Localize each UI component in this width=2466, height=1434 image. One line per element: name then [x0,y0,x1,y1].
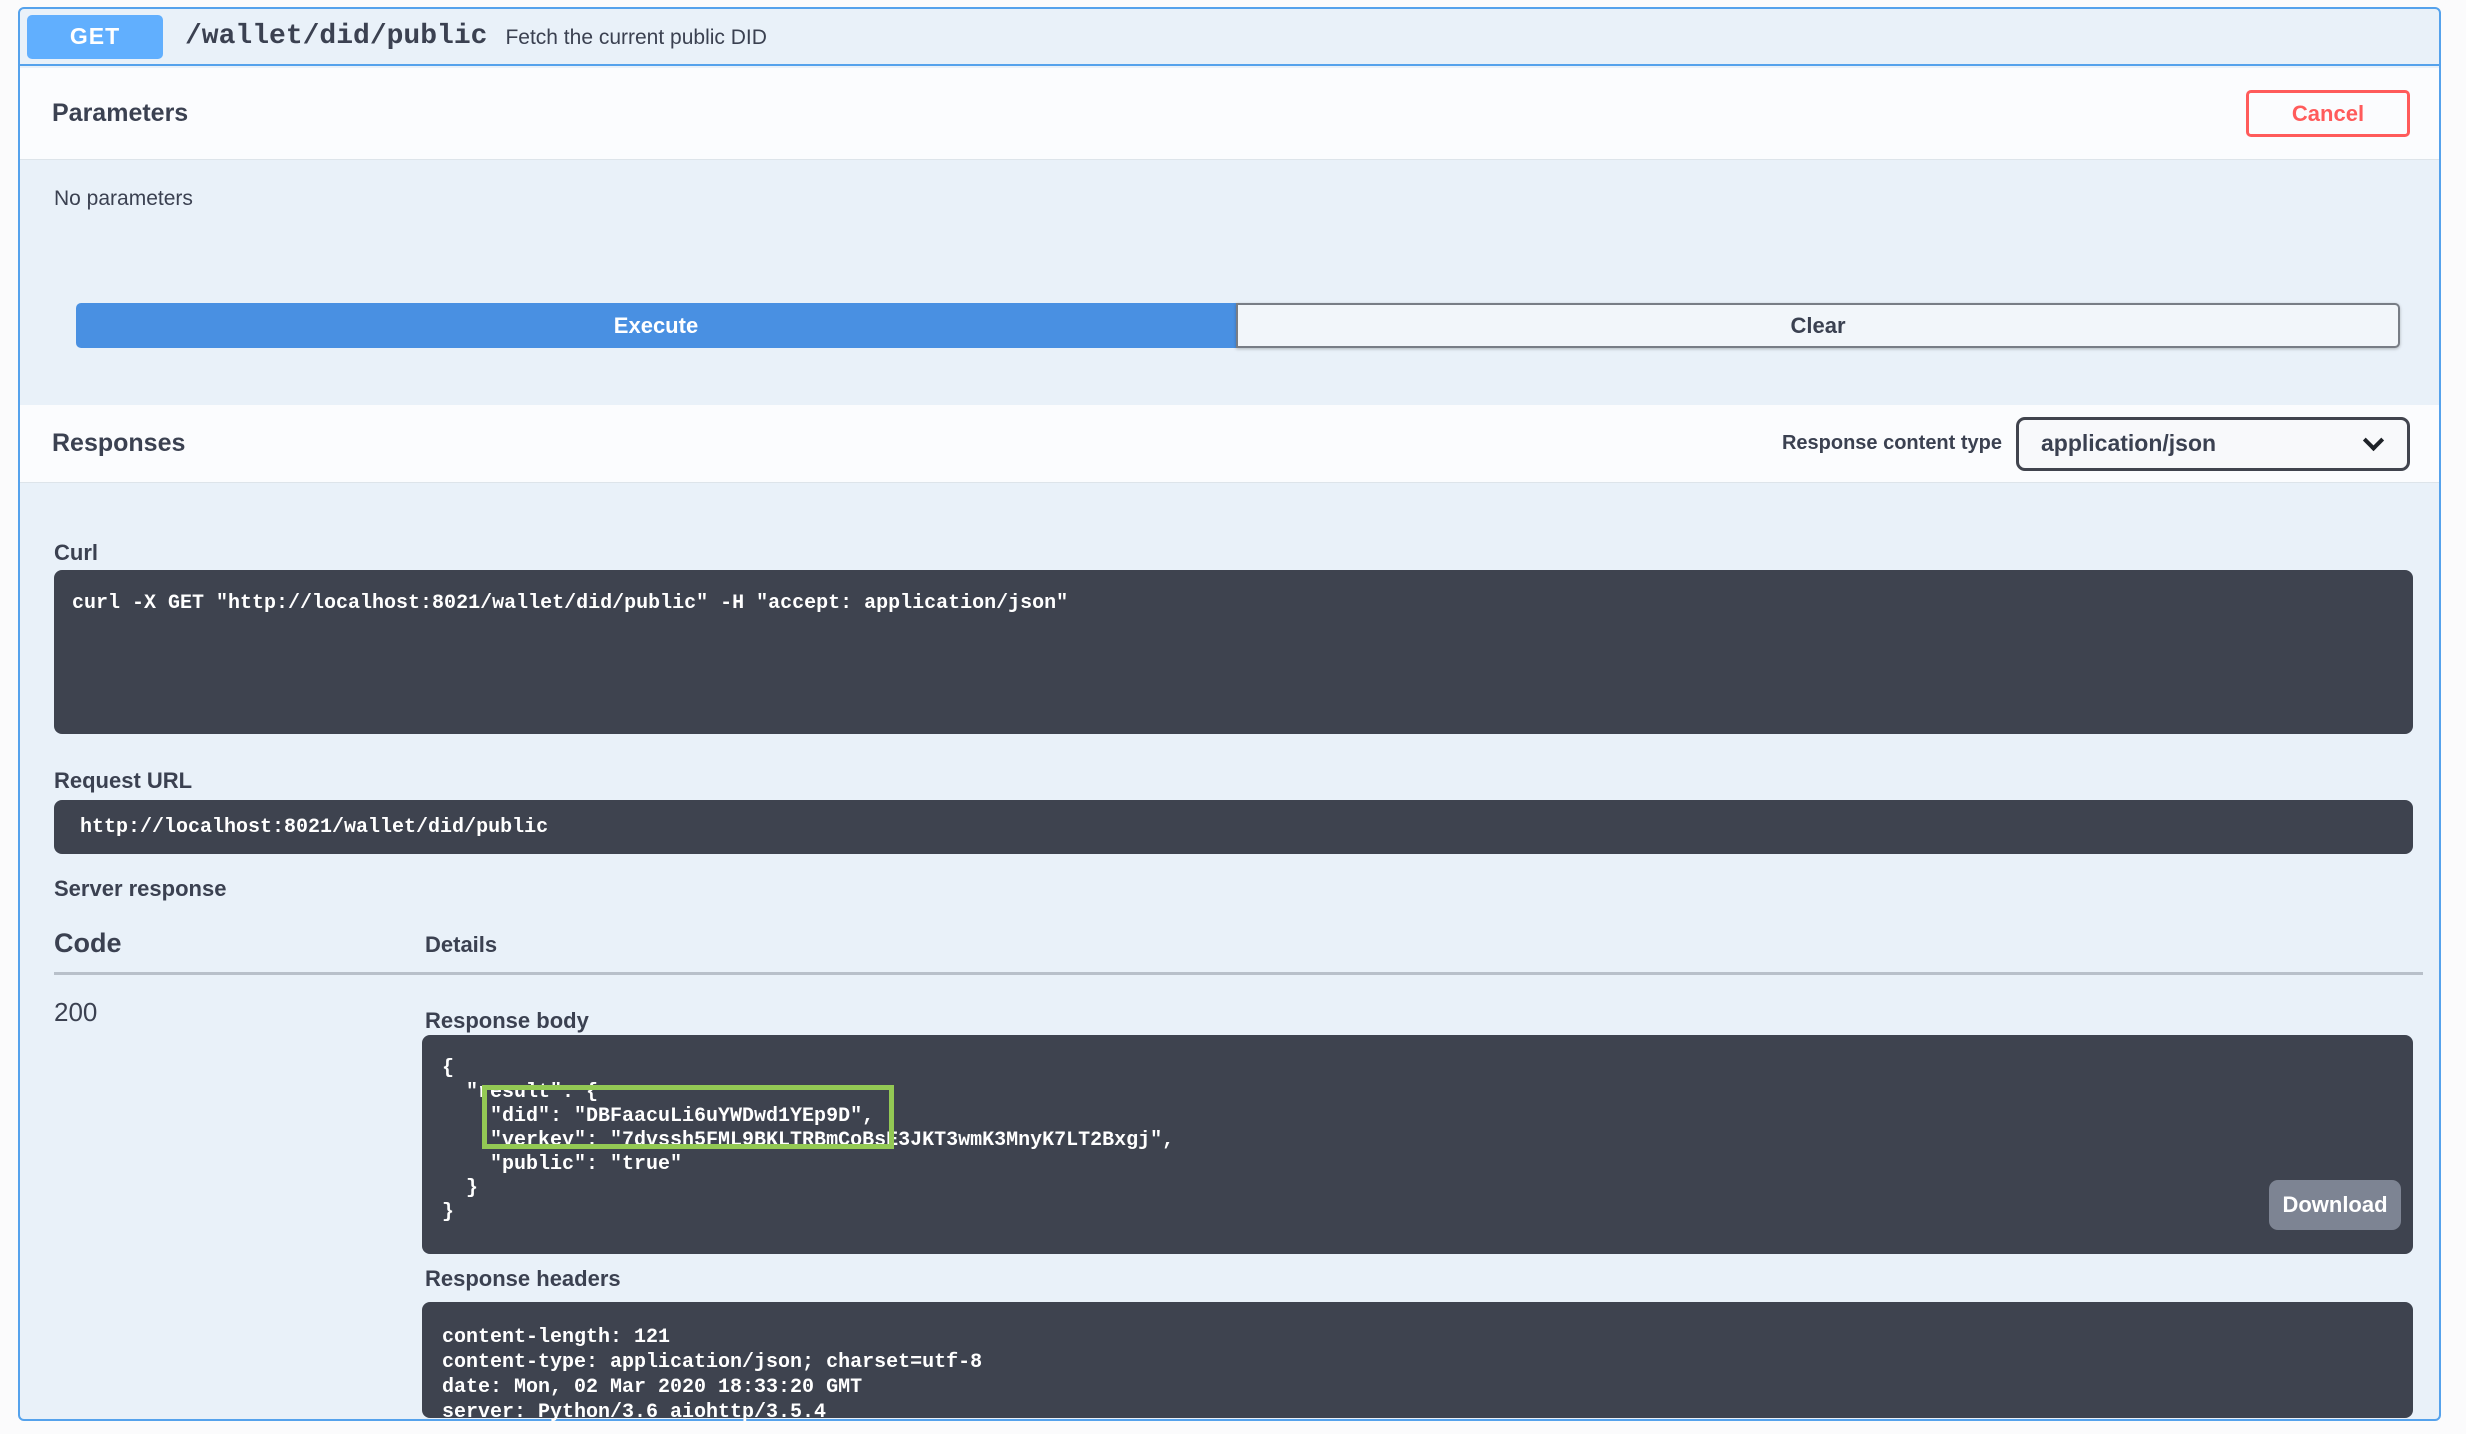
details-column-header: Details [425,932,497,958]
no-parameters-text: No parameters [54,187,193,211]
status-code: 200 [54,997,97,1028]
clear-button[interactable]: Clear [1236,303,2400,348]
response-body-label: Response body [425,1008,589,1034]
response-body-json: { "result": { "did": "DBFaacuLi6uYWDwd1Y… [422,1035,2413,1225]
swagger-page: GET /wallet/did/public Fetch the current… [0,0,2466,1434]
parameters-section-header: Parameters Cancel [20,68,2439,160]
response-headers-label: Response headers [425,1266,621,1292]
request-url-box: http://localhost:8021/wallet/did/public [54,800,2413,854]
response-headers-box: content-length: 121 content-type: applic… [422,1302,2413,1418]
opblock-get: GET /wallet/did/public Fetch the current… [18,7,2441,1421]
curl-command-box: curl -X GET "http://localhost:8021/walle… [54,570,2413,734]
response-content-type-label: Response content type [1782,432,2002,455]
endpoint-description: Fetch the current public DID [505,23,766,50]
method-badge: GET [27,15,163,59]
response-content-type-wrap: Response content type application/json [1782,417,2410,471]
cancel-button[interactable]: Cancel [2246,90,2410,137]
response-headers-text: content-length: 121 content-type: applic… [422,1302,2413,1425]
responses-title: Responses [52,429,185,458]
execute-button[interactable]: Execute [76,303,1236,348]
request-url-label: Request URL [54,768,192,794]
download-button[interactable]: Download [2269,1180,2401,1230]
server-response-label: Server response [54,876,226,902]
response-body-box: { "result": { "did": "DBFaacuLi6uYWDwd1Y… [422,1035,2413,1254]
endpoint-path: /wallet/did/public [185,21,487,52]
curl-label: Curl [54,540,98,566]
response-content-type-select[interactable]: application/json [2016,417,2410,471]
code-column-header: Code [54,928,122,959]
operation-summary[interactable]: GET /wallet/did/public Fetch the current… [20,9,2439,66]
parameters-title: Parameters [52,99,188,128]
responses-section-header: Responses Response content type applicat… [20,405,2439,483]
table-header-divider [54,972,2423,975]
selected-content-type: application/json [2041,430,2216,457]
execute-row: Execute Clear [76,303,2400,348]
chevron-down-icon [2363,429,2384,450]
